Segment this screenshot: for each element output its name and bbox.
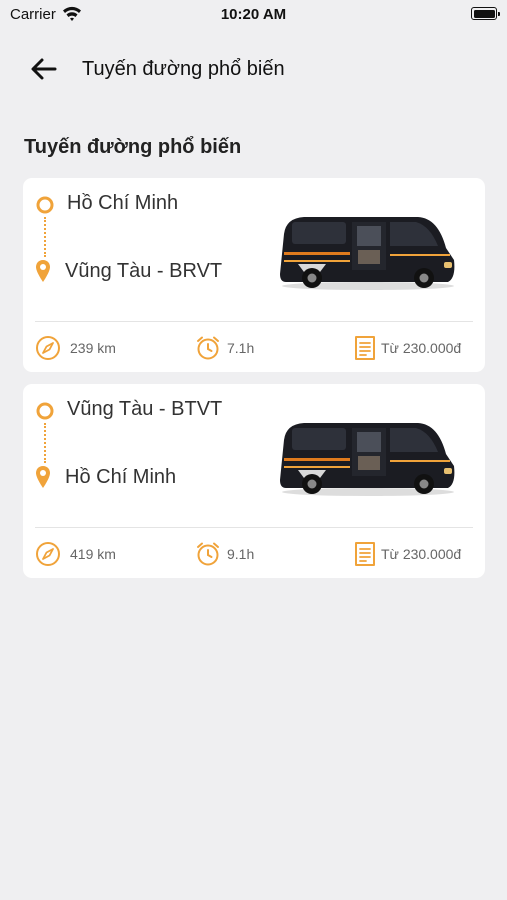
- back-arrow-icon: [31, 58, 57, 80]
- page-title: Tuyến đường phổ biến: [82, 58, 285, 80]
- alarm-clock-icon: [195, 541, 221, 567]
- battery-icon: [471, 7, 500, 20]
- bus-image: [278, 418, 458, 498]
- route-connector: [44, 217, 46, 257]
- route-connector: [44, 423, 46, 463]
- navigation-bar: Tuyến đường phổ biến: [0, 44, 507, 94]
- origin-circle-icon: [35, 195, 55, 215]
- alarm-clock-icon: [195, 335, 221, 361]
- card-divider: [35, 527, 473, 528]
- route-card[interactable]: Hồ Chí Minh Vũng Tàu - BRVT 239 km 7.1h …: [23, 178, 485, 372]
- route-duration: 9.1h: [227, 546, 255, 562]
- route-distance: 239 km: [70, 340, 116, 356]
- compass-icon: [35, 541, 61, 567]
- route-destination: Vũng Tàu - BRVT: [65, 260, 223, 282]
- back-button[interactable]: [28, 54, 68, 84]
- route-duration: 7.1h: [227, 340, 255, 356]
- destination-pin-icon: [35, 259, 51, 283]
- status-time: 10:20 AM: [220, 6, 287, 23]
- route-distance: 419 km: [70, 546, 116, 562]
- route-origin: Hồ Chí Minh: [67, 192, 179, 214]
- ticket-icon: [354, 541, 376, 567]
- card-divider: [35, 321, 473, 322]
- section-title: Tuyến đường phổ biến: [24, 136, 242, 158]
- compass-icon: [35, 335, 61, 361]
- destination-pin-icon: [35, 465, 51, 489]
- route-card[interactable]: Vũng Tàu - BTVT Hồ Chí Minh 419 km 9.1h …: [23, 384, 485, 578]
- origin-circle-icon: [35, 401, 55, 421]
- route-origin: Vũng Tàu - BTVT: [67, 398, 223, 420]
- bus-image: [278, 212, 458, 292]
- route-price: Từ 230.000đ: [381, 546, 462, 562]
- route-destination: Hồ Chí Minh: [65, 466, 177, 488]
- ticket-icon: [354, 335, 376, 361]
- status-bar: Carrier 10:20 AM: [0, 0, 507, 28]
- route-price: Từ 230.000đ: [381, 340, 462, 356]
